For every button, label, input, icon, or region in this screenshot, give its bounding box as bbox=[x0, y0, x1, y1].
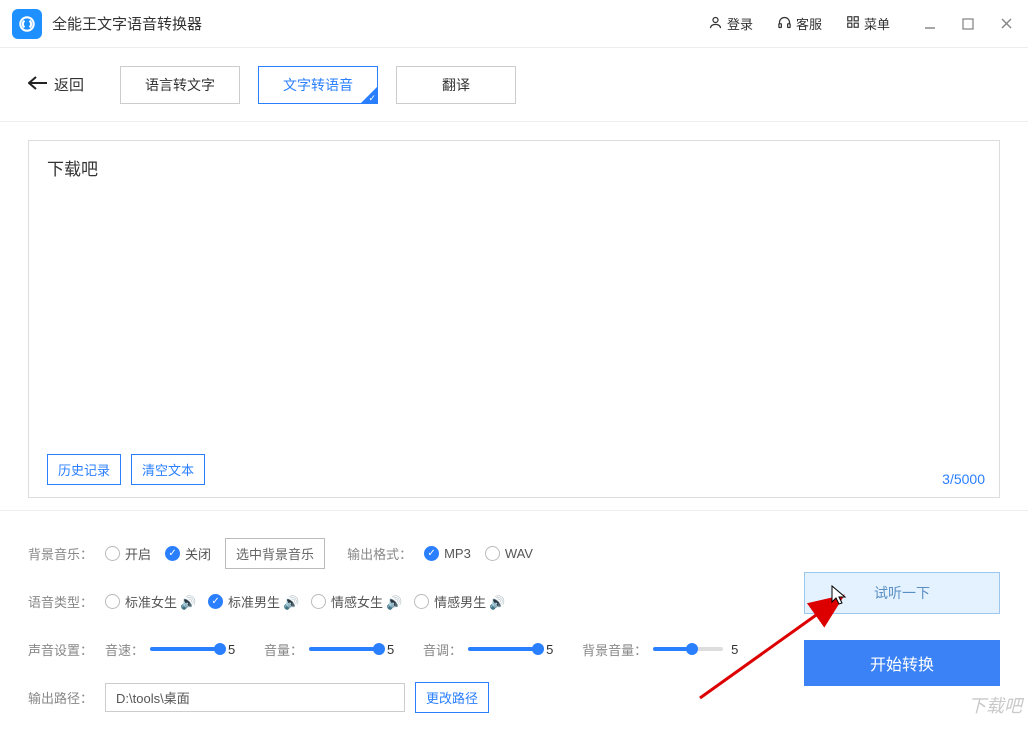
output-path-input[interactable] bbox=[105, 683, 405, 712]
format-mp3-radio[interactable]: MP3 bbox=[424, 546, 471, 561]
support-button[interactable]: 客服 bbox=[765, 10, 834, 37]
main-area: 下载吧 历史记录 清空文本 3/5000 bbox=[0, 122, 1028, 510]
voice-std-female-radio[interactable]: 标准女生🔊 bbox=[105, 592, 194, 611]
format-label: 输出格式： bbox=[347, 544, 412, 563]
minimize-button[interactable] bbox=[920, 14, 940, 34]
voice-label: 语音类型： bbox=[28, 592, 93, 611]
voice-emo-male-radio[interactable]: 情感男生🔊 bbox=[414, 592, 503, 611]
sound-label: 声音设置： bbox=[28, 640, 93, 659]
action-buttons: 试听一下 开始转换 bbox=[804, 572, 1000, 686]
speaker-icon: 🔊 bbox=[283, 595, 297, 607]
bgm-off-radio[interactable]: 关闭 bbox=[165, 544, 211, 563]
select-bgm-button[interactable]: 选中背景音乐 bbox=[225, 538, 325, 569]
voice-emo-female-radio[interactable]: 情感女生🔊 bbox=[311, 592, 400, 611]
tab-label: 翻译 bbox=[442, 75, 470, 95]
text-content: 下载吧 bbox=[47, 155, 981, 180]
back-label: 返回 bbox=[54, 74, 84, 95]
bgvol-slider[interactable]: 背景音量： 5 bbox=[582, 640, 745, 659]
change-path-button[interactable]: 更改路径 bbox=[415, 682, 489, 713]
login-label: 登录 bbox=[727, 14, 753, 33]
char-count: 3/5000 bbox=[942, 471, 985, 487]
speaker-icon: 🔊 bbox=[180, 595, 194, 607]
app-title: 全能王文字语音转换器 bbox=[52, 13, 202, 34]
speaker-icon: 🔊 bbox=[489, 595, 503, 607]
tab-label: 文字转语音 bbox=[283, 75, 353, 95]
clear-button[interactable]: 清空文本 bbox=[131, 454, 205, 485]
watermark: 下载吧 bbox=[968, 692, 1022, 718]
preview-button[interactable]: 试听一下 bbox=[804, 572, 1000, 614]
pitch-slider[interactable]: 音调： 5 bbox=[423, 640, 560, 659]
tab-tts[interactable]: 文字转语音 bbox=[258, 66, 378, 104]
menu-label: 菜单 bbox=[864, 14, 890, 33]
titlebar: 全能王文字语音转换器 登录 客服 菜单 bbox=[0, 0, 1028, 48]
speed-slider[interactable]: 音速： 5 bbox=[105, 640, 242, 659]
back-button[interactable]: 返回 bbox=[28, 74, 84, 95]
speaker-icon: 🔊 bbox=[386, 595, 400, 607]
user-icon bbox=[708, 15, 723, 33]
bgm-label: 背景音乐： bbox=[28, 544, 93, 563]
start-button[interactable]: 开始转换 bbox=[804, 640, 1000, 686]
tab-translate[interactable]: 翻译 bbox=[396, 66, 516, 104]
voice-std-male-radio[interactable]: 标准男生🔊 bbox=[208, 592, 297, 611]
output-label: 输出路径： bbox=[28, 688, 93, 707]
text-input-area[interactable]: 下载吧 历史记录 清空文本 3/5000 bbox=[28, 140, 1000, 498]
menu-button[interactable]: 菜单 bbox=[834, 10, 902, 37]
navbar: 返回 语言转文字 文字转语音 翻译 bbox=[0, 48, 1028, 122]
history-button[interactable]: 历史记录 bbox=[47, 454, 121, 485]
volume-slider[interactable]: 音量： 5 bbox=[264, 640, 401, 659]
close-button[interactable] bbox=[996, 14, 1016, 34]
support-label: 客服 bbox=[796, 14, 822, 33]
grid-icon bbox=[846, 15, 860, 32]
app-logo bbox=[12, 9, 42, 39]
format-wav-radio[interactable]: WAV bbox=[485, 546, 533, 561]
tab-label: 语言转文字 bbox=[145, 75, 215, 95]
maximize-button[interactable] bbox=[958, 14, 978, 34]
tab-stt[interactable]: 语言转文字 bbox=[120, 66, 240, 104]
login-button[interactable]: 登录 bbox=[696, 10, 765, 37]
headset-icon bbox=[777, 15, 792, 33]
check-corner-icon bbox=[361, 87, 377, 103]
back-arrow-icon bbox=[28, 76, 48, 94]
bgm-on-radio[interactable]: 开启 bbox=[105, 544, 151, 563]
